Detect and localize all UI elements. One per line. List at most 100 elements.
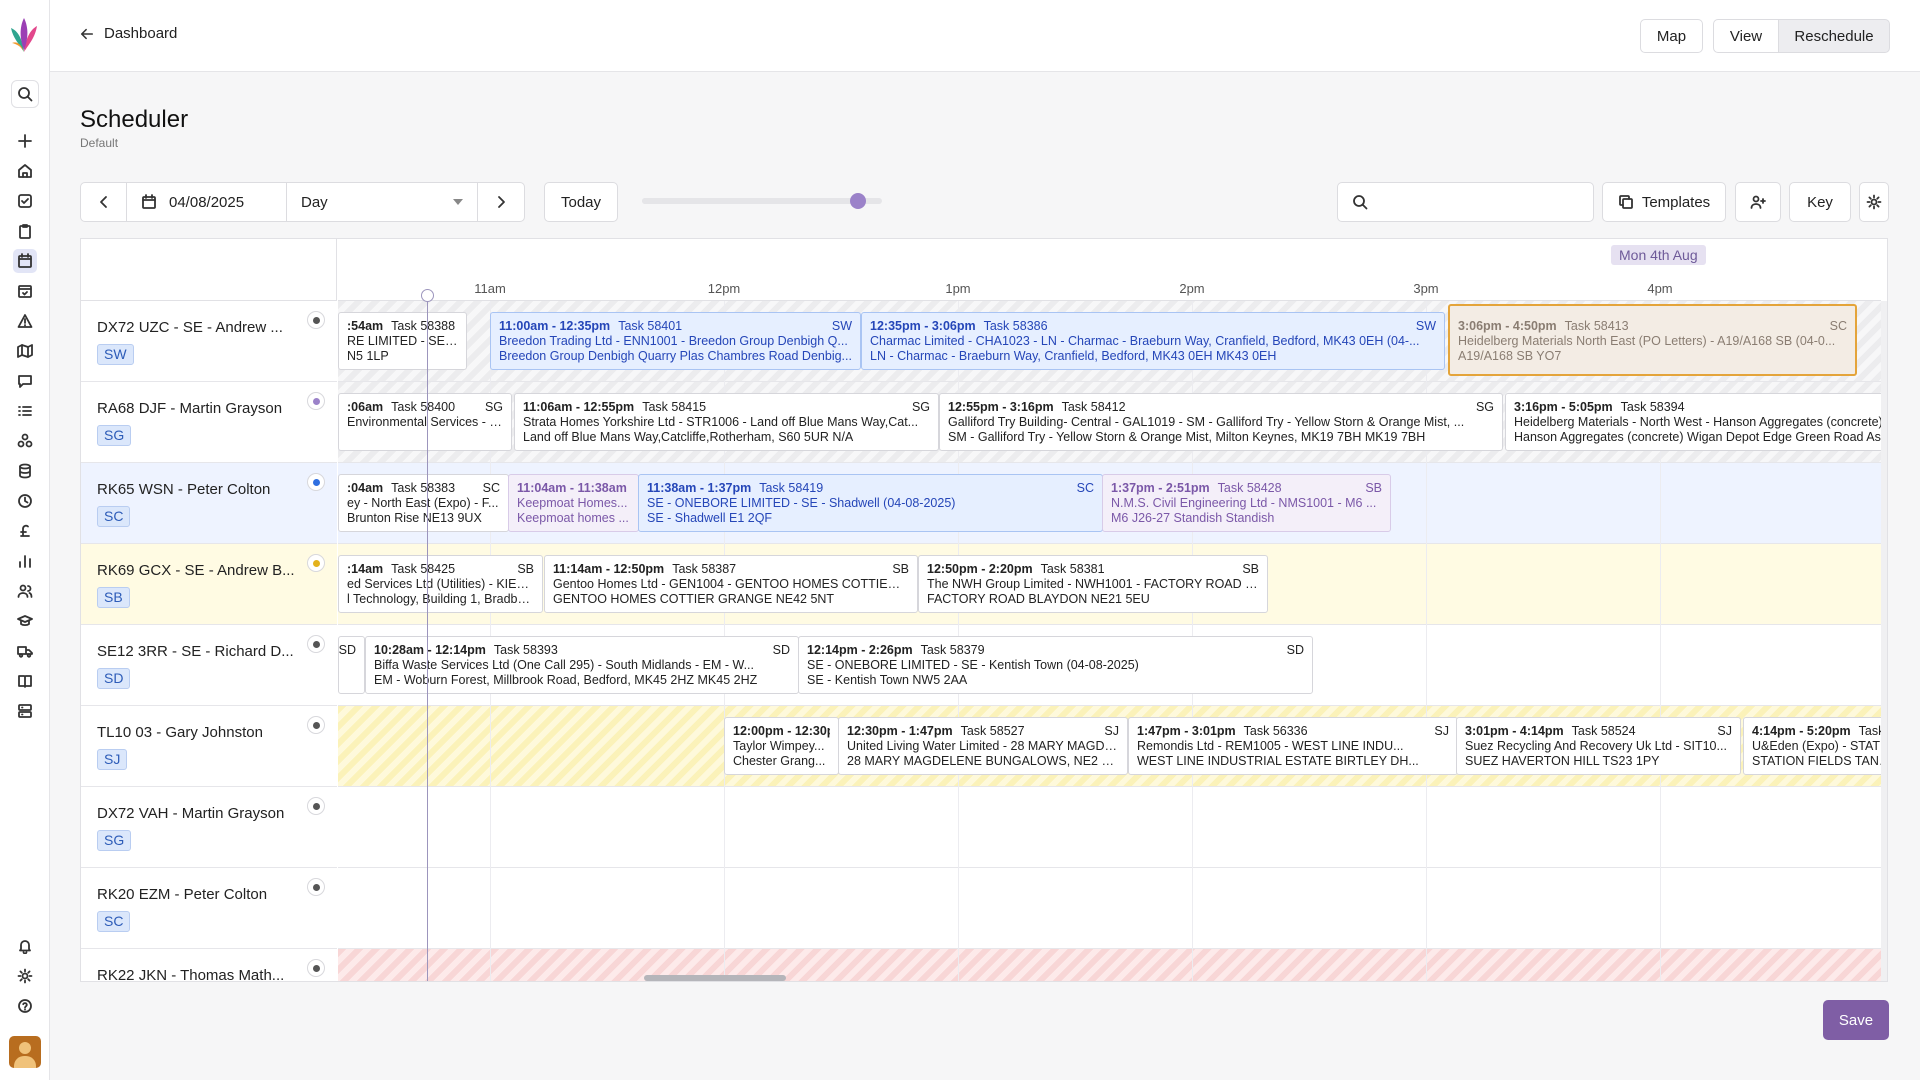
hour-label: 12pm xyxy=(707,281,741,296)
resource-row[interactable]: RK20 EZM - Peter Colton SC xyxy=(81,868,337,949)
boxes-icon[interactable] xyxy=(13,429,37,453)
message-icon[interactable] xyxy=(13,369,37,393)
task-card[interactable]: :04am Task 58383 SC ey - North East (Expo) … xyxy=(338,474,509,532)
task-card[interactable]: 4:14pm - 5:20pm Task 5U&Eden (Expo) - STA… xyxy=(1743,717,1881,775)
task-card[interactable]: 12:55pm - 3:16pm Task 58412 SG Galliford Tr… xyxy=(939,393,1503,451)
next-date-button[interactable] xyxy=(477,182,525,222)
truck-icon[interactable] xyxy=(13,639,37,663)
book-icon[interactable] xyxy=(13,669,37,693)
add-user-button[interactable] xyxy=(1735,182,1781,222)
zoom-slider-thumb[interactable] xyxy=(850,193,866,209)
task-card[interactable]: 1:37pm - 2:51pm Task 58428 SB N.M.S. Civil … xyxy=(1102,474,1391,532)
task-card[interactable]: 3:01pm - 4:14pm Task 58524 SJ Suez Recyclin… xyxy=(1456,717,1741,775)
key-button[interactable]: Key xyxy=(1789,182,1851,222)
task-time: 12:35pm - 3:06pm xyxy=(870,319,976,333)
calendar-check-icon[interactable] xyxy=(13,279,37,303)
resource-header xyxy=(81,239,337,301)
clock-icon[interactable] xyxy=(13,489,37,513)
settings-button[interactable] xyxy=(1859,182,1889,222)
resource-status-dot[interactable] xyxy=(307,716,325,734)
task-card[interactable]: 3:06pm - 4:50pm Task 58413 SC Heidelberg Ma… xyxy=(1448,304,1857,376)
task-time: 11:14am - 12:50pm xyxy=(553,562,665,576)
task-card[interactable]: :06am Task 58400 SG Environmental Services … xyxy=(338,393,512,451)
timeline-row[interactable] xyxy=(338,949,1881,981)
back-link[interactable]: Dashboard xyxy=(80,25,177,42)
task-card[interactable]: SD xyxy=(338,636,365,694)
home-icon[interactable] xyxy=(13,159,37,183)
warning-icon[interactable] xyxy=(13,309,37,333)
resource-row[interactable]: RA68 DJF - Martin Grayson SG xyxy=(81,382,337,463)
resource-row[interactable]: RK22 JKN - Thomas Math...ST xyxy=(81,949,337,981)
resource-status-dot[interactable] xyxy=(307,797,325,815)
resource-row[interactable]: TL10 03 - Gary Johnston SJ xyxy=(81,706,337,787)
resource-row[interactable]: SE12 3RR - SE - Richard D... SD xyxy=(81,625,337,706)
resource-row[interactable]: DX72 VAH - Martin Grayson SG xyxy=(81,787,337,868)
resource-status-dot[interactable] xyxy=(307,959,325,977)
calendar-icon[interactable] xyxy=(13,249,37,273)
help-icon[interactable] xyxy=(13,994,37,1018)
date-picker[interactable]: 04/08/2025 xyxy=(126,182,287,222)
search-input[interactable] xyxy=(1376,194,1576,210)
task-id: Task 58388 xyxy=(391,319,456,333)
task-card[interactable]: 12:14pm - 2:26pm Task 58379 SD SE - ONEBORE… xyxy=(798,636,1313,694)
zoom-slider-fill xyxy=(642,198,858,204)
graduation-cap-icon[interactable] xyxy=(13,609,37,633)
task-card[interactable]: 11:04am - 11:38am Keepmoat Homes... Keepmo… xyxy=(508,474,639,532)
database-icon[interactable] xyxy=(13,459,37,483)
templates-button[interactable]: Templates xyxy=(1602,182,1726,222)
task-card[interactable]: 12:50pm - 2:20pm Task 58381 SB The NWH Grou… xyxy=(918,555,1268,613)
task-description: SE - ONEBORE LIMITED - SE - Kentish Town… xyxy=(807,658,1139,672)
map-button[interactable]: Map xyxy=(1640,19,1703,53)
checkbox-icon[interactable] xyxy=(13,189,37,213)
users-icon[interactable] xyxy=(13,579,37,603)
zoom-slider[interactable] xyxy=(642,193,882,209)
resource-status-dot[interactable] xyxy=(307,878,325,896)
resource-status-dot[interactable] xyxy=(307,635,325,653)
task-description: RE LIMITED - SE - ... xyxy=(347,334,458,348)
prev-date-button[interactable] xyxy=(80,182,127,222)
task-card[interactable]: 1:47pm - 3:01pm Task 56336 SJ Remondis Ltd … xyxy=(1128,717,1458,775)
task-card[interactable]: :14am Task 58425 SB ed Services Ltd (Utilit… xyxy=(338,555,543,613)
pound-icon[interactable] xyxy=(13,519,37,543)
bar-chart-icon[interactable] xyxy=(13,549,37,573)
resource-status-dot[interactable] xyxy=(307,554,325,572)
timeline-row[interactable] xyxy=(338,868,1881,949)
bell-icon[interactable] xyxy=(13,934,37,958)
task-card[interactable]: 11:06am - 12:55pm Task 58415 SG Strata Home… xyxy=(514,393,939,451)
timeline-row[interactable] xyxy=(338,787,1881,868)
task-card[interactable]: 12:35pm - 3:06pm Task 58386 SW Charmac Limi… xyxy=(861,312,1445,370)
task-card[interactable]: 11:14am - 12:50pm Task 58387 SB Gentoo Home… xyxy=(544,555,918,613)
task-card[interactable]: 11:38am - 1:37pm Task 58419 SC SE - ONEBORE… xyxy=(638,474,1103,532)
task-card[interactable]: 12:30pm - 1:47pm Task 58527 SJ United Livin… xyxy=(838,717,1128,775)
save-button[interactable]: Save xyxy=(1823,1000,1889,1040)
search-box[interactable] xyxy=(1337,182,1594,222)
search-icon[interactable] xyxy=(11,80,39,108)
vertical-scrollbar[interactable] xyxy=(1881,301,1887,981)
plus-icon[interactable] xyxy=(13,129,37,153)
task-card[interactable]: 10:28am - 12:14pm Task 58393 SD Biffa Waste… xyxy=(365,636,799,694)
task-card[interactable]: 11:00am - 12:35pm Task 58401 SW Breedon Tra… xyxy=(490,312,861,370)
resource-row[interactable]: RK69 GCX - SE - Andrew B... SB xyxy=(81,544,337,625)
resource-row[interactable]: DX72 UZC - SE - Andrew ... SW xyxy=(81,301,337,382)
task-card[interactable]: :54am Task 58388 RE LIMITED - SE - ... N5 1… xyxy=(338,312,467,370)
resource-row[interactable]: RK65 WSN - Peter Colton SC xyxy=(81,463,337,544)
resource-status-dot[interactable] xyxy=(307,473,325,491)
settings-icon[interactable] xyxy=(13,964,37,988)
today-button[interactable]: Today xyxy=(544,182,618,222)
task-card[interactable]: 3:16pm - 5:05pm Task 58394 Heidelberg Mate… xyxy=(1505,393,1881,451)
view-button[interactable]: View xyxy=(1713,19,1779,53)
clipboard-icon[interactable] xyxy=(13,219,37,243)
task-resource-code: SJ xyxy=(1434,724,1449,738)
task-card[interactable]: 12:00pm - 12:30p Taylor Wimpey... Chester … xyxy=(724,717,839,775)
horizontal-scrollbar[interactable] xyxy=(644,975,786,981)
user-avatar[interactable] xyxy=(9,1036,41,1068)
resource-status-dot[interactable] xyxy=(307,311,325,329)
task-address: Keepmoat homes ... xyxy=(517,511,629,525)
range-select[interactable]: Day xyxy=(286,182,478,222)
map-icon[interactable] xyxy=(13,339,37,363)
reschedule-button[interactable]: Reschedule xyxy=(1778,19,1890,53)
task-description: Charmac Limited - CHA1023 - LN - Charmac… xyxy=(870,334,1420,348)
checklist-icon[interactable] xyxy=(13,399,37,423)
server-icon[interactable] xyxy=(13,699,37,723)
resource-status-dot[interactable] xyxy=(307,392,325,410)
